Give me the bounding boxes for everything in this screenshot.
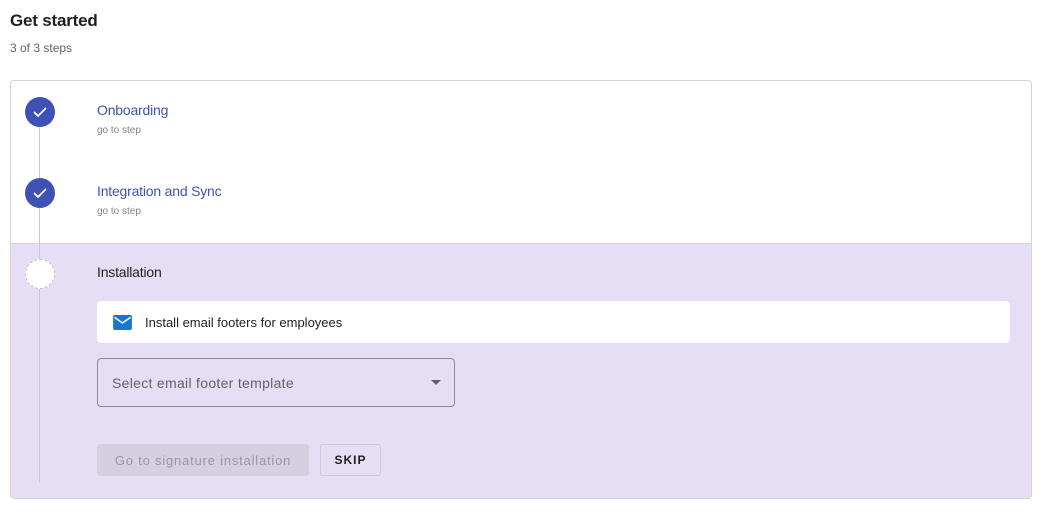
page-subtitle: 3 of 3 steps: [10, 41, 73, 55]
check-icon: [33, 107, 47, 117]
skip-button[interactable]: SKIP: [320, 444, 381, 476]
install-footers-label: Install email footers for employees: [145, 314, 343, 330]
install-footers-info-box: Install email footers for employees: [97, 301, 1010, 343]
step-3-title: Installation: [97, 264, 162, 280]
step-2-title: Integration and Sync: [97, 183, 222, 199]
step-1-go-to-step-link[interactable]: go to step: [97, 125, 141, 136]
stepper-card: Onboarding go to step Integration and Sy…: [10, 80, 1032, 499]
step-2-go-to-step-link[interactable]: go to step: [97, 206, 141, 217]
check-icon: [33, 188, 47, 198]
go-to-signature-installation-button[interactable]: Go to signature installation: [97, 444, 309, 476]
step-3-pending-icon: [25, 259, 55, 289]
dropdown-caret-icon: [431, 380, 441, 385]
select-placeholder: Select email footer template: [112, 374, 294, 391]
email-footer-template-select[interactable]: Select email footer template: [97, 358, 455, 407]
page-title: Get started: [10, 11, 98, 30]
step-2-completed-icon: [25, 178, 55, 208]
step-1-title: Onboarding: [97, 102, 169, 118]
timeline-connector: [39, 111, 40, 483]
mail-icon: [113, 314, 132, 330]
step-1-completed-icon: [25, 97, 55, 127]
